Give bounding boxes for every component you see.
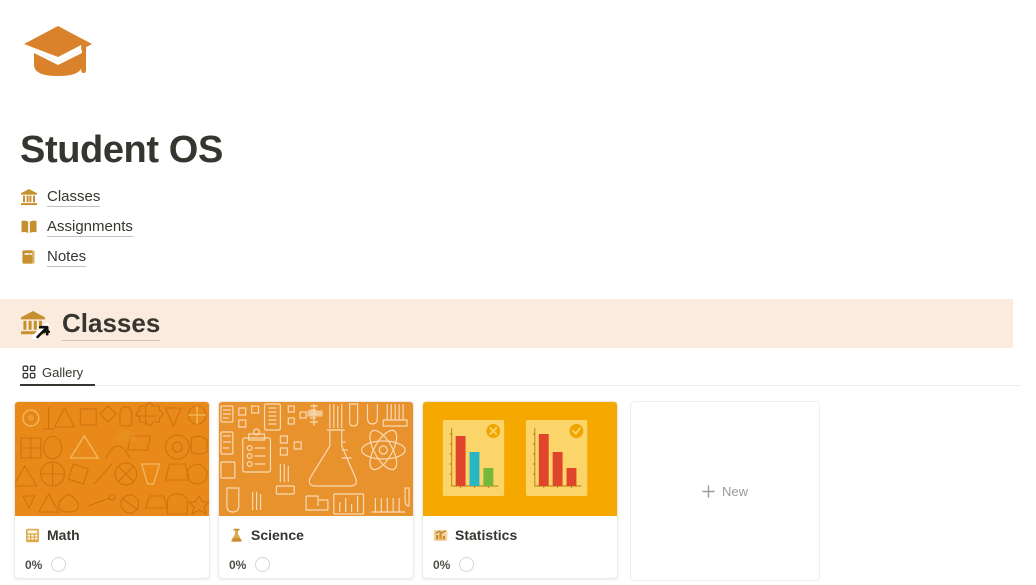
calculator-icon bbox=[25, 528, 40, 543]
card-progress: 0% bbox=[229, 557, 403, 572]
tab-label: Gallery bbox=[42, 364, 84, 380]
progress-ring bbox=[51, 557, 67, 572]
flask-icon bbox=[229, 528, 244, 543]
card-title-row: Science bbox=[229, 525, 403, 545]
new-card-button[interactable]: New bbox=[630, 401, 820, 581]
card-body-statistics: Statistics 0% bbox=[423, 516, 617, 578]
plus-icon bbox=[702, 484, 715, 498]
page-title: Student OS bbox=[20, 129, 223, 171]
nav-item-notes[interactable]: Notes bbox=[20, 242, 440, 272]
card-cover-statistics bbox=[423, 402, 617, 516]
progress-ring bbox=[255, 557, 271, 572]
card-title-row: Math bbox=[25, 525, 199, 545]
card-title: Math bbox=[47, 526, 80, 543]
card-body-math: Math 0% bbox=[15, 516, 209, 578]
card-progress: 0% bbox=[25, 557, 199, 572]
bank-building-link-icon bbox=[20, 309, 50, 339]
card-progress: 0% bbox=[433, 557, 607, 572]
tab-bar-divider bbox=[20, 385, 1020, 386]
gallery-grid: Math 0% Science 0% Statistics 0% New bbox=[14, 401, 820, 581]
open-book-icon bbox=[20, 218, 38, 236]
card-title-row: Statistics bbox=[433, 525, 607, 545]
bank-building-icon bbox=[20, 188, 38, 206]
app-logo bbox=[20, 20, 96, 86]
progress-percent: 0% bbox=[433, 557, 451, 572]
tab-active-indicator bbox=[20, 384, 95, 386]
nav-item-assignments[interactable]: Assignments bbox=[20, 212, 440, 242]
gallery-card-science[interactable]: Science 0% bbox=[218, 401, 414, 579]
card-body-science: Science 0% bbox=[219, 516, 413, 578]
nav-item-classes[interactable]: Classes bbox=[20, 182, 440, 212]
nav-item-label: Notes bbox=[47, 248, 87, 267]
math-shapes-pattern bbox=[15, 402, 209, 516]
tab-gallery[interactable]: Gallery bbox=[22, 360, 83, 384]
section-title: Classes bbox=[62, 308, 161, 341]
card-title: Statistics bbox=[455, 526, 518, 543]
card-cover-math bbox=[15, 402, 209, 516]
section-header[interactable]: Classes bbox=[20, 303, 161, 345]
card-title: Science bbox=[251, 526, 304, 543]
progress-percent: 0% bbox=[25, 557, 43, 572]
nav-item-label: Assignments bbox=[47, 218, 133, 237]
app-page: Student OS Classes Assignments Notes Cla… bbox=[0, 0, 1036, 585]
new-card-inner: New bbox=[702, 484, 748, 499]
gallery-card-math[interactable]: Math 0% bbox=[14, 401, 210, 579]
progress-percent: 0% bbox=[229, 557, 247, 572]
nav-list: Classes Assignments Notes bbox=[20, 182, 440, 272]
science-lab-pattern bbox=[219, 402, 413, 516]
gallery-card-statistics[interactable]: Statistics 0% bbox=[422, 401, 618, 579]
notebook-icon bbox=[20, 248, 38, 266]
view-tab-bar bbox=[0, 358, 1036, 388]
grid-icon bbox=[22, 365, 36, 379]
new-card-label: New bbox=[721, 483, 748, 499]
progress-ring bbox=[459, 557, 475, 572]
nav-item-label: Classes bbox=[47, 188, 101, 207]
bar-charts-illustration bbox=[423, 402, 617, 516]
bar-chart-icon bbox=[433, 528, 448, 543]
card-cover-science bbox=[219, 402, 413, 516]
